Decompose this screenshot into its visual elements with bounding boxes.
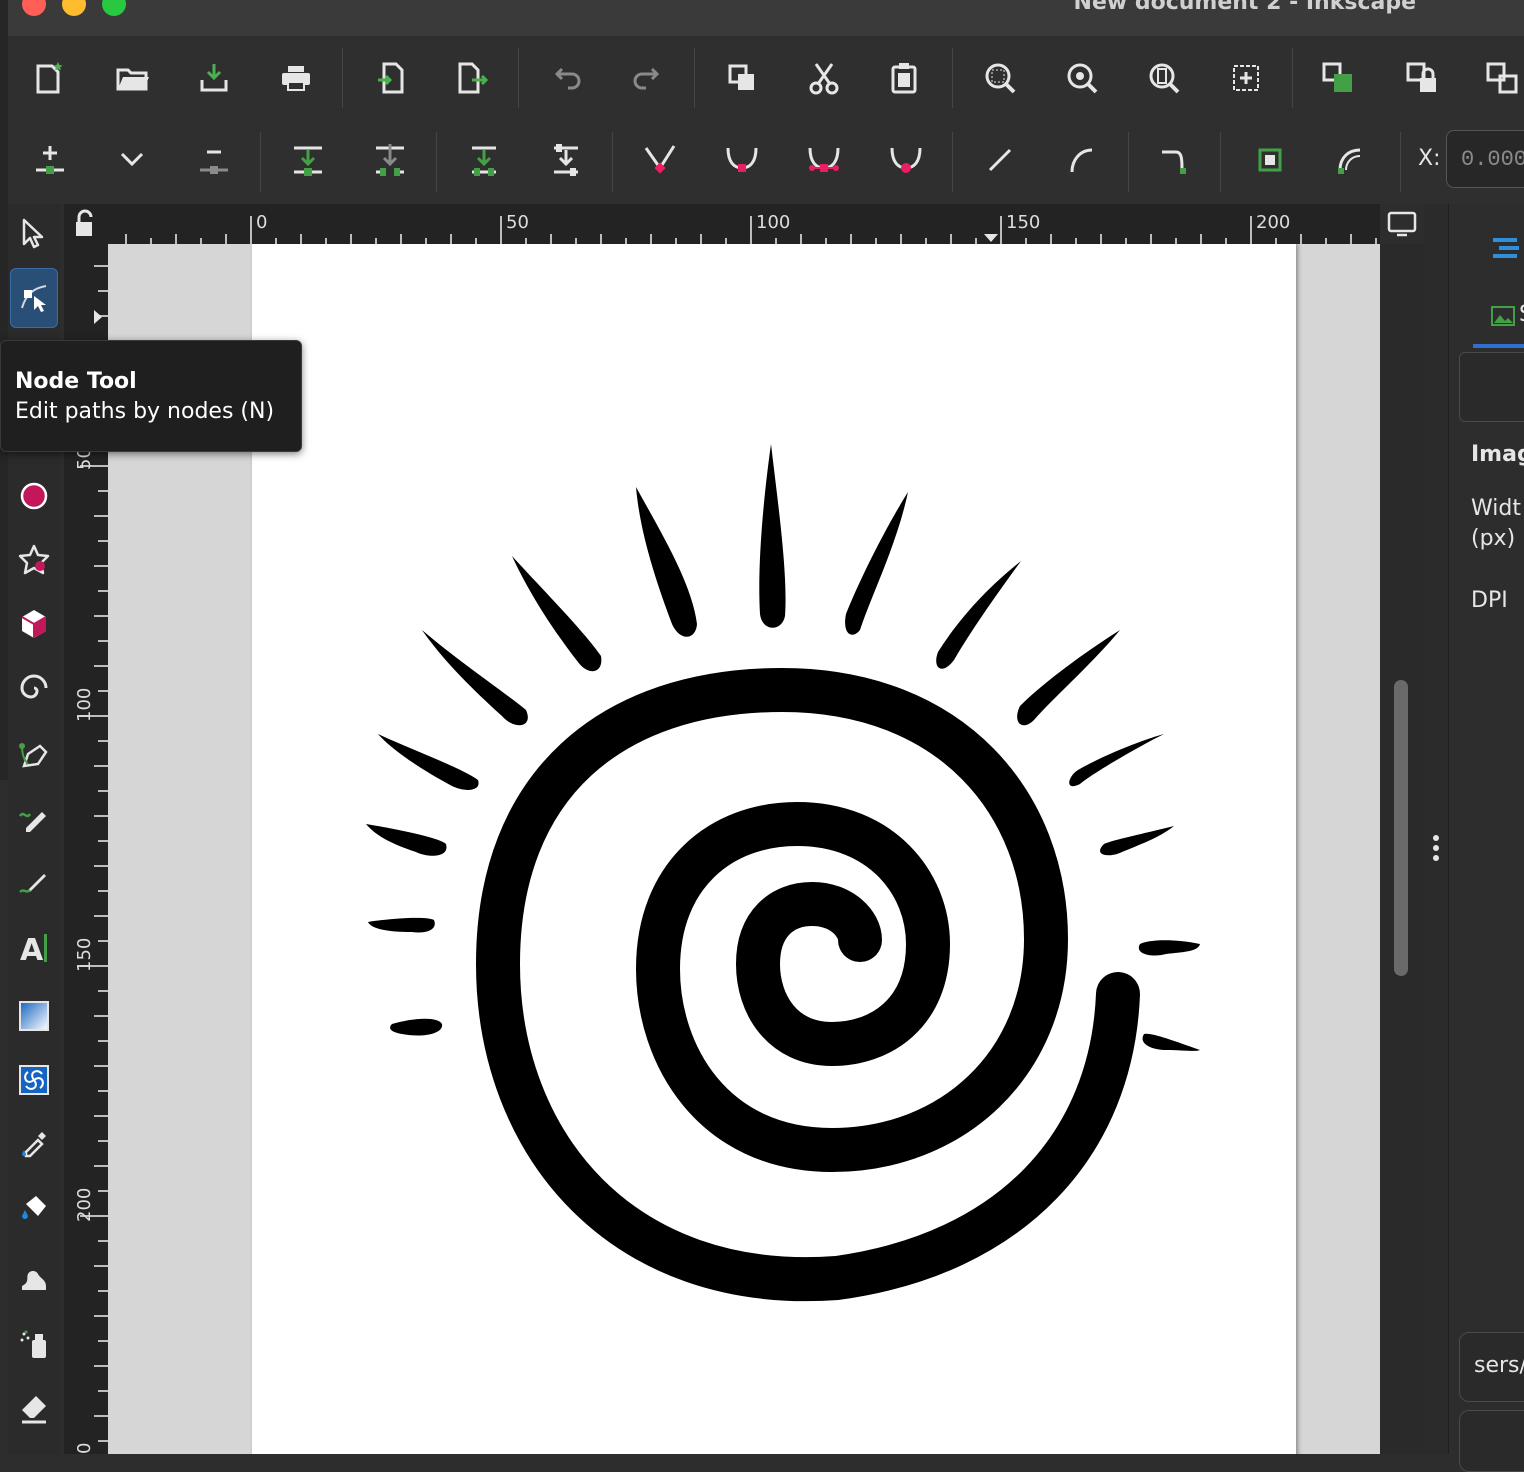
3d-box-tool-icon[interactable] xyxy=(10,596,58,652)
commands-bar xyxy=(8,36,1524,120)
paste-icon[interactable] xyxy=(876,48,932,108)
h-ruler-label: 100 xyxy=(756,212,790,233)
dropper-tool-icon[interactable] xyxy=(10,1116,58,1172)
spray-tool-icon[interactable] xyxy=(10,1316,58,1372)
sun-spiral xyxy=(475,667,1140,1302)
insert-node-dropdown-icon[interactable] xyxy=(104,130,160,190)
node-tool-icon[interactable] xyxy=(10,268,58,328)
mesh-tool-icon[interactable] xyxy=(10,1052,58,1108)
dock-tab-selected[interactable]: S xyxy=(1473,296,1524,348)
join-segment-icon[interactable] xyxy=(456,130,512,190)
dock-panel: S Imag Widt (px) DPI sers/ xyxy=(1448,204,1524,1472)
file-path-field[interactable]: sers/ xyxy=(1459,1332,1524,1402)
ungroup-icon[interactable] xyxy=(1474,48,1524,108)
zoom-fit-icon[interactable] xyxy=(1218,48,1274,108)
zoom-drawing-icon[interactable] xyxy=(1054,48,1110,108)
lock-icon[interactable] xyxy=(1394,48,1450,108)
path-effect-icon[interactable] xyxy=(1324,130,1380,190)
layers-objects-icon[interactable] xyxy=(1485,230,1524,270)
image-properties-title: Imag xyxy=(1471,442,1524,467)
display-mode-icon[interactable] xyxy=(1386,210,1418,238)
pencil-tool-icon[interactable] xyxy=(10,792,58,848)
svg-text:A: A xyxy=(20,933,44,966)
export-icon[interactable] xyxy=(444,48,500,108)
group-icon[interactable] xyxy=(1310,48,1366,108)
new-document-icon[interactable] xyxy=(20,48,76,108)
cusp-node-icon[interactable] xyxy=(632,130,688,190)
canvas-vertical-scrollbar[interactable] xyxy=(1380,211,1424,1454)
break-path-icon[interactable] xyxy=(362,130,418,190)
join-nodes-icon[interactable] xyxy=(280,130,336,190)
delete-segment-icon[interactable] xyxy=(538,130,594,190)
node-tool-tooltip: Node Tool Edit paths by nodes (N) xyxy=(0,340,302,452)
symmetric-node-icon[interactable] xyxy=(796,130,852,190)
import-icon[interactable] xyxy=(364,48,420,108)
gradient-tool-icon[interactable] xyxy=(10,988,58,1044)
eraser-tool-icon[interactable] xyxy=(10,1380,58,1436)
insert-node-icon[interactable] xyxy=(22,130,78,190)
x-coordinate-input[interactable]: 0.000 xyxy=(1446,130,1524,188)
line-segment-icon[interactable] xyxy=(972,130,1028,190)
zoom-selection-icon[interactable] xyxy=(972,48,1028,108)
zoom-window-button[interactable] xyxy=(102,0,126,16)
h-ruler-label: 150 xyxy=(1006,212,1040,233)
print-icon[interactable] xyxy=(268,48,324,108)
tooltip-description: Edit paths by nodes (N) xyxy=(15,399,275,424)
object-to-path-icon[interactable] xyxy=(1146,130,1202,190)
curve-segment-icon[interactable] xyxy=(1054,130,1110,190)
tooltip-title: Node Tool xyxy=(15,369,137,394)
calligraphy-tool-icon[interactable] xyxy=(10,856,58,912)
v-ruler-label: 100 xyxy=(74,688,95,722)
x-coordinate-label: X: xyxy=(1418,146,1441,171)
spiral-tool-icon[interactable] xyxy=(10,660,58,716)
cut-icon[interactable] xyxy=(796,48,852,108)
dock-resize-handle[interactable] xyxy=(1424,204,1448,1454)
dpi-label: DPI xyxy=(1471,588,1508,613)
horizontal-ruler[interactable]: 0 50 100 150 200 xyxy=(108,204,1380,244)
v-ruler-label: 0 xyxy=(74,1443,95,1454)
minimize-window-button[interactable] xyxy=(62,0,86,16)
width-label: Widt xyxy=(1471,496,1521,521)
window-title: New document 2 - Inkscape xyxy=(1073,0,1416,15)
pen-tool-icon[interactable] xyxy=(10,728,58,784)
tweak-tool-icon[interactable] xyxy=(10,1252,58,1308)
h-ruler-label: 0 xyxy=(256,212,267,233)
selector-tool-icon[interactable] xyxy=(10,206,58,262)
redo-icon[interactable] xyxy=(620,48,676,108)
sun-spiral-artwork[interactable] xyxy=(252,244,1296,1454)
title-bar: New document 2 - Inkscape xyxy=(0,0,1524,36)
ruler-corner-lock[interactable] xyxy=(64,204,108,244)
duplicate-icon[interactable] xyxy=(714,48,770,108)
v-ruler-label: 150 xyxy=(74,938,95,972)
document-page[interactable] xyxy=(252,244,1296,1454)
save-icon[interactable] xyxy=(186,48,242,108)
stroke-to-path-icon[interactable] xyxy=(1242,130,1298,190)
h-ruler-label: 50 xyxy=(506,212,529,233)
width-unit-label: (px) xyxy=(1471,526,1516,551)
paint-bucket-tool-icon[interactable] xyxy=(10,1180,58,1236)
dock-bottom-field[interactable] xyxy=(1459,1410,1524,1472)
dock-field-box[interactable] xyxy=(1459,352,1524,422)
node-tool-controls-bar xyxy=(8,120,1524,204)
circle-tool-icon[interactable] xyxy=(10,468,58,524)
v-ruler-label: 200 xyxy=(74,1188,95,1222)
open-icon[interactable] xyxy=(104,48,160,108)
text-tool-icon[interactable]: A xyxy=(10,920,58,976)
scrollbar-thumb[interactable] xyxy=(1394,680,1408,976)
image-icon xyxy=(1491,306,1515,326)
dock-tab-label: S xyxy=(1519,302,1524,327)
close-window-button[interactable] xyxy=(22,0,46,16)
delete-node-icon[interactable] xyxy=(186,130,242,190)
undo-icon[interactable] xyxy=(538,48,594,108)
zoom-page-icon[interactable] xyxy=(1136,48,1192,108)
h-ruler-label: 200 xyxy=(1256,212,1290,233)
auto-smooth-node-icon[interactable] xyxy=(878,130,934,190)
star-tool-icon[interactable] xyxy=(10,532,58,588)
smooth-node-icon[interactable] xyxy=(714,130,770,190)
file-path-text: sers/ xyxy=(1474,1353,1524,1378)
